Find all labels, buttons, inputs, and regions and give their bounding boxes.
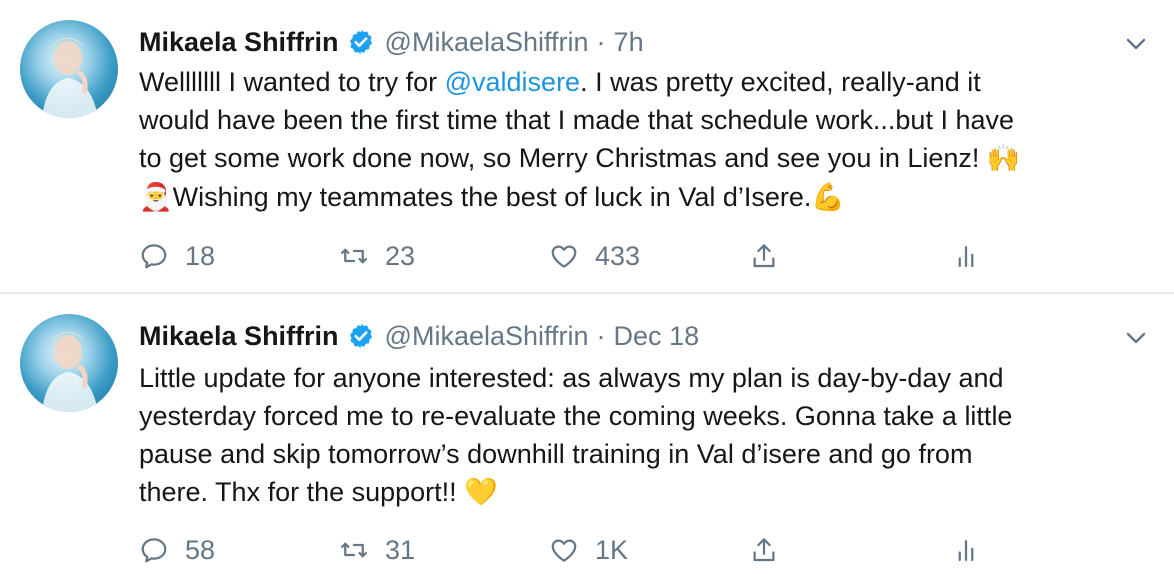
tweet-text-line: Little update for anyone interested: as … [139, 363, 1004, 393]
text-fragment: to get some work done now, so Merry Chri… [139, 143, 987, 173]
reply-count: 18 [185, 240, 216, 271]
analytics-button[interactable] [951, 236, 981, 276]
heart-icon [549, 535, 579, 565]
display-name[interactable]: Mikaela Shiffrin [139, 321, 339, 352]
timestamp[interactable]: 7h [614, 27, 644, 58]
retweet-count: 31 [385, 534, 416, 565]
like-count: 433 [595, 240, 641, 271]
analytics-icon [951, 535, 981, 565]
heart-icon [549, 241, 579, 271]
like-button[interactable]: 433 [549, 236, 640, 276]
tweet-text-line: 🎅Wishing my teammates the best of luck i… [139, 178, 1149, 217]
text-fragment: Wishing my teammates the best of luck in… [172, 182, 812, 212]
reply-button[interactable]: 58 [139, 530, 215, 570]
display-name[interactable]: Mikaela Shiffrin [139, 27, 339, 58]
raised-hands-emoji: 🙌 [986, 143, 1021, 174]
user-handle[interactable]: @MikaelaShiffrin [385, 27, 589, 58]
reply-icon [139, 241, 169, 271]
timestamp[interactable]: Dec 18 [614, 321, 700, 352]
like-count: 1K [595, 534, 629, 565]
retweet-count: 23 [385, 240, 416, 271]
reply-icon [139, 535, 169, 565]
tweet-text-line: would have been the first time that I ma… [139, 105, 1014, 135]
santa-emoji: 🎅 [139, 182, 173, 213]
retweet-icon [339, 241, 369, 271]
avatar[interactable] [20, 20, 118, 118]
tweet[interactable]: Mikaela Shiffrin @MikaelaShiffrin · 7h W… [0, 0, 1174, 294]
share-icon [749, 535, 779, 565]
separator-dot: · [596, 320, 606, 351]
reply-count: 58 [185, 534, 216, 565]
share-icon [749, 241, 779, 271]
share-button[interactable] [749, 236, 779, 276]
retweet-button[interactable]: 31 [339, 530, 415, 570]
verified-badge-icon [347, 322, 375, 350]
verified-badge-icon [347, 28, 375, 56]
tweet-header: Mikaela Shiffrin @MikaelaShiffrin · Dec … [139, 316, 699, 356]
text-fragment: there. Thx for the support!! [139, 477, 465, 507]
like-button[interactable]: 1K [549, 530, 628, 570]
tweet-text: Little update for anyone interested: as … [139, 359, 1149, 512]
chevron-down-icon[interactable] [1124, 32, 1148, 56]
tweet-header: Mikaela Shiffrin @MikaelaShiffrin · 7h [139, 22, 644, 62]
yellow-heart-emoji: 💛 [464, 477, 498, 508]
chevron-down-icon[interactable] [1124, 326, 1148, 350]
retweet-icon [339, 535, 369, 565]
flexed-biceps-emoji: 💪 [811, 182, 846, 213]
retweet-button[interactable]: 23 [339, 236, 415, 276]
tweet-text-line: Welllllll I wanted to try for @valdisere… [139, 63, 1149, 101]
reply-button[interactable]: 18 [139, 236, 215, 276]
mention-link[interactable]: @valdisere [445, 67, 580, 97]
tweet-text-line: there. Thx for the support!! 💛 [139, 473, 1149, 512]
avatar[interactable] [20, 314, 118, 412]
text-fragment: Welllllll I wanted to try for [139, 67, 445, 97]
text-fragment: . I was pretty excited, really-and it [580, 67, 981, 97]
share-button[interactable] [749, 530, 779, 570]
analytics-button[interactable] [951, 530, 981, 570]
tweet-text-line: pause and skip tomorrow’s downhill train… [139, 439, 973, 469]
tweet[interactable]: Mikaela Shiffrin @MikaelaShiffrin · Dec … [0, 294, 1174, 576]
separator-dot: · [596, 26, 606, 57]
analytics-icon [951, 241, 981, 271]
tweet-actions: 18 23 433 [139, 236, 999, 276]
tweet-actions: 58 31 1K [139, 530, 999, 570]
tweet-text-line: yesterday forced me to re-evaluate the c… [139, 401, 1013, 431]
tweet-text: Welllllll I wanted to try for @valdisere… [139, 63, 1149, 217]
user-handle[interactable]: @MikaelaShiffrin [385, 321, 589, 352]
tweet-text-line: to get some work done now, so Merry Chri… [139, 139, 1149, 178]
